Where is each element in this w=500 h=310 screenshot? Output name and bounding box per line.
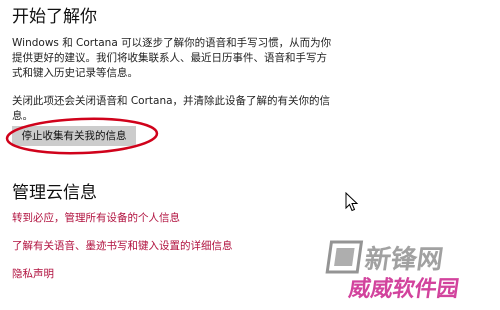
site-watermark-logo: 新锋网 威威软件园 xyxy=(325,240,461,302)
settings-page: 开始了解你 Windows 和 Cortana 可以逐步了解你的语音和手写习惯，… xyxy=(0,0,500,310)
get-to-know-description: Windows 和 Cortana 可以逐步了解你的语音和手写习惯，从而为你提供… xyxy=(12,37,332,79)
bing-personal-info-link[interactable]: 转到必应，管理所有设备的个人信息 xyxy=(12,210,180,225)
watermark-sub-text: 威威软件园 xyxy=(347,276,461,302)
privacy-statement-link[interactable]: 隐私声明 xyxy=(12,266,54,281)
watermark-text: 新锋网 xyxy=(363,244,445,275)
stop-collecting-button[interactable]: 停止收集有关我的信息 xyxy=(12,126,136,146)
section-title-get-to-know: 开始了解你 xyxy=(12,7,97,27)
section-title-manage-cloud-info: 管理云信息 xyxy=(12,183,97,203)
speech-inking-typing-details-link[interactable]: 了解有关语音、墨迹书写和键入设置的详细信息 xyxy=(12,238,233,253)
get-to-know-off-note: 关闭此项还会关闭语音和 Cortana，并清除此设备了解的有关你的信息。 xyxy=(12,95,331,122)
mouse-pointer-icon xyxy=(345,192,359,212)
